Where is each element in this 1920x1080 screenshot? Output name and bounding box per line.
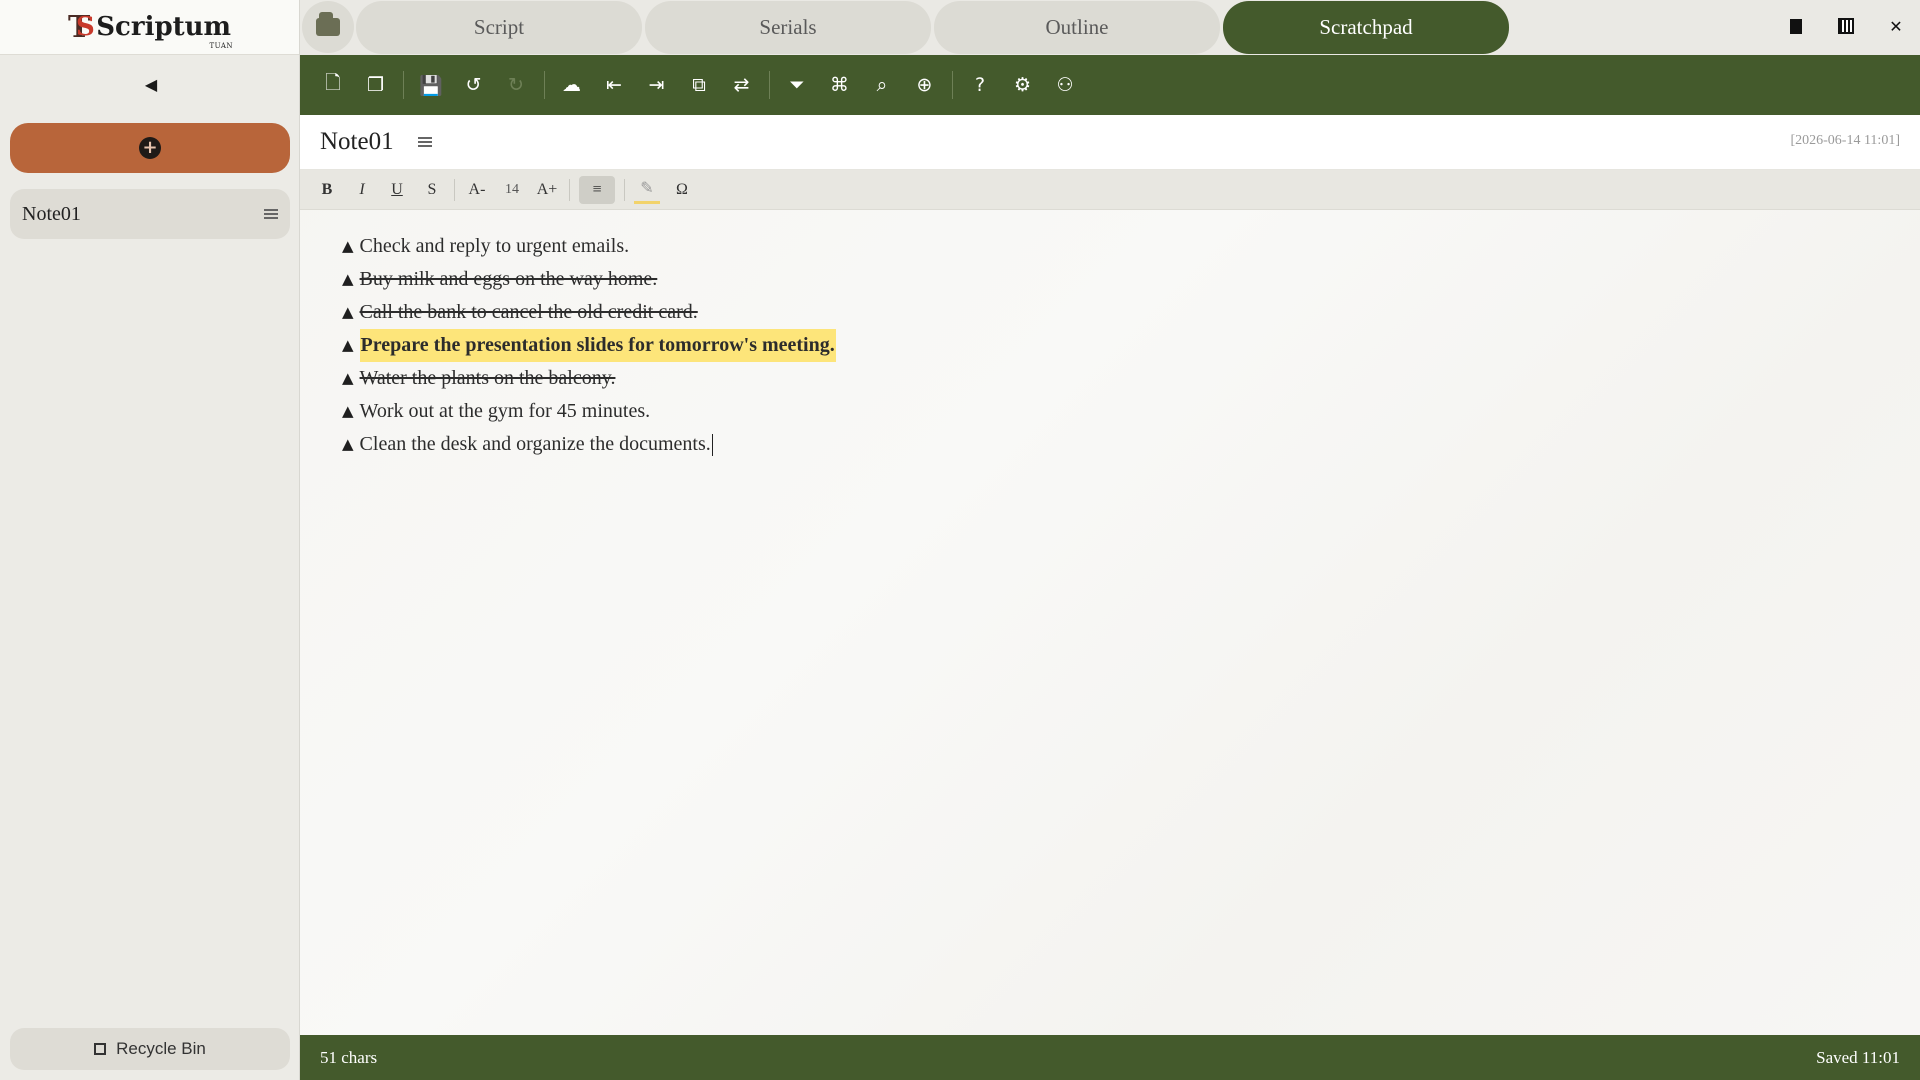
- main-toolbar: 🗋 ❐ 💾 ↺ ↻ ☁ ⇤ ⇥ ⧉ ⇄ ⏷ ⌘ ⌕ ⊕ ? ⚙ ⚇: [300, 55, 1920, 115]
- note-line[interactable]: ▲ Call the bank to cancel the old credit …: [342, 296, 1920, 329]
- top-tab-bar: Script Serials Outline Scratchpad ✕: [300, 0, 1920, 55]
- note-content[interactable]: ▲ Check and reply to urgent emails. ▲ Buy m…: [300, 210, 1920, 461]
- note-date: [2026-06-14 11:01]: [1790, 133, 1900, 148]
- tab-scratchpad[interactable]: Scratchpad: [1223, 1, 1509, 54]
- recycle-bin-label: Recycle Bin: [116, 1039, 206, 1058]
- note-item-label: Note01: [22, 202, 81, 225]
- char-count: 51 chars: [320, 1047, 378, 1067]
- note-line-text: Prepare the presentation slides for tomo…: [359, 329, 836, 362]
- text-caret: [711, 433, 714, 456]
- note-line-text: Water the plants on the balcony.: [359, 367, 616, 389]
- recycle-bin-button[interactable]: Recycle Bin: [10, 1028, 290, 1070]
- maximize-button[interactable]: [1838, 18, 1854, 34]
- special-character-icon[interactable]: Ω: [669, 176, 695, 204]
- note-line-text: Check and reply to urgent emails.: [359, 235, 630, 257]
- strikethrough-button[interactable]: S: [419, 176, 445, 204]
- triangle-bullet-icon: ▲: [342, 402, 354, 420]
- note-line[interactable]: ▲ Buy milk and eggs on the way home.: [342, 263, 1920, 296]
- search-icon[interactable]: ⌕: [867, 70, 897, 100]
- triangle-bullet-icon: ▲: [342, 270, 354, 288]
- sync-icon[interactable]: ⇄: [727, 70, 757, 100]
- triangle-bullet-icon: ▲: [342, 435, 354, 453]
- tab-outline[interactable]: Outline: [934, 1, 1220, 54]
- triangle-bullet-icon: ▲: [342, 369, 354, 387]
- user-icon[interactable]: ⚇: [1050, 70, 1080, 100]
- help-icon[interactable]: ?: [965, 70, 995, 100]
- import-icon[interactable]: ⇤: [599, 70, 629, 100]
- font-size-value: 14: [505, 181, 519, 197]
- translate-icon[interactable]: ⧉: [684, 70, 714, 100]
- recycle-bin-icon: [94, 1043, 107, 1055]
- status-bar: 51 chars Saved 11:01: [300, 1035, 1920, 1080]
- editor-panel: Note01 [2026-06-14 11:01] B I U S A- 14 …: [300, 115, 1920, 1035]
- note-title[interactable]: Note01: [320, 128, 394, 156]
- highlight-pen-icon[interactable]: ✎: [634, 176, 660, 204]
- sidebar-note-item[interactable]: Note01: [10, 189, 290, 239]
- cloud-icon[interactable]: ☁: [557, 70, 587, 100]
- plus-icon: +: [139, 137, 161, 159]
- font-decrease-button[interactable]: A-: [464, 176, 490, 204]
- format-divider: [624, 178, 625, 201]
- save-icon[interactable]: 💾: [416, 70, 446, 100]
- new-note-icon[interactable]: 🗋: [318, 70, 348, 100]
- triangle-bullet-icon: ▲: [342, 303, 354, 321]
- filter-icon[interactable]: ⏷: [782, 70, 812, 100]
- collapse-sidebar-button[interactable]: ◀: [140, 74, 162, 96]
- toolbar-divider: [769, 71, 770, 99]
- minimize-button[interactable]: [1788, 18, 1804, 34]
- note-menu-icon[interactable]: [417, 137, 432, 147]
- note-line[interactable]: ▲ Clean the desk and organize the documen…: [342, 428, 1920, 461]
- note-line[interactable]: ▲ Check and reply to urgent emails.: [342, 230, 1920, 263]
- copy-icon[interactable]: ❐: [361, 70, 391, 100]
- format-divider: [569, 178, 570, 201]
- tag-icon[interactable]: ⌘: [825, 70, 855, 100]
- font-increase-button[interactable]: A+: [534, 176, 560, 204]
- italic-button[interactable]: I: [349, 176, 375, 204]
- format-toolbar: B I U S A- 14 A+ ≡ ✎ Ω: [300, 170, 1920, 210]
- add-note-button[interactable]: +: [10, 123, 290, 173]
- undo-icon[interactable]: ↺: [459, 70, 489, 100]
- zoom-search-icon[interactable]: ⊕: [910, 70, 940, 100]
- triangle-bullet-icon: ▲: [342, 336, 354, 354]
- note-line[interactable]: ▲ Water the plants on the balcony.: [342, 362, 1920, 395]
- note-line-text: Work out at the gym for 45 minutes.: [359, 400, 651, 422]
- export-icon[interactable]: ⇥: [642, 70, 672, 100]
- tab-serials[interactable]: Serials: [645, 1, 931, 54]
- underline-button[interactable]: U: [384, 176, 410, 204]
- note-line[interactable]: ▲ Prepare the presentation slides for tom…: [342, 329, 1920, 362]
- toolbar-divider: [952, 71, 953, 99]
- redo-icon[interactable]: ↻: [501, 70, 531, 100]
- bold-button[interactable]: B: [314, 176, 340, 204]
- home-tab[interactable]: [302, 1, 354, 53]
- note-line-text: Clean the desk and organize the document…: [359, 433, 711, 455]
- triangle-bullet-icon: ▲: [342, 237, 354, 255]
- logo-subtext: TUAN: [209, 42, 234, 50]
- folder-icon: [316, 12, 340, 36]
- sidebar: TS Scriptum TUAN ◀ + Note01 Recycle Bin: [0, 0, 300, 1080]
- align-button[interactable]: ≡: [579, 175, 615, 204]
- tab-script[interactable]: Script: [356, 1, 642, 54]
- note-line-text: Call the bank to cancel the old credit c…: [359, 301, 698, 323]
- format-divider: [454, 178, 455, 201]
- toolbar-divider: [403, 71, 404, 99]
- note-header: Note01 [2026-06-14 11:01]: [300, 115, 1920, 170]
- save-status: Saved 11:01: [1816, 1047, 1900, 1067]
- logo-mark: TS: [67, 9, 95, 45]
- settings-icon[interactable]: ⚙: [1008, 70, 1038, 100]
- note-line-text: Buy milk and eggs on the way home.: [359, 268, 658, 290]
- logo-text: Scriptum TUAN: [96, 12, 234, 50]
- toolbar-divider: [543, 71, 545, 99]
- menu-icon[interactable]: [264, 209, 278, 219]
- close-window-button[interactable]: ✕: [1888, 17, 1904, 36]
- note-line[interactable]: ▲ Work out at the gym for 45 minutes.: [342, 395, 1920, 428]
- collapse-arrow-icon: ◀: [144, 77, 158, 94]
- logo: TS Scriptum TUAN: [0, 0, 299, 55]
